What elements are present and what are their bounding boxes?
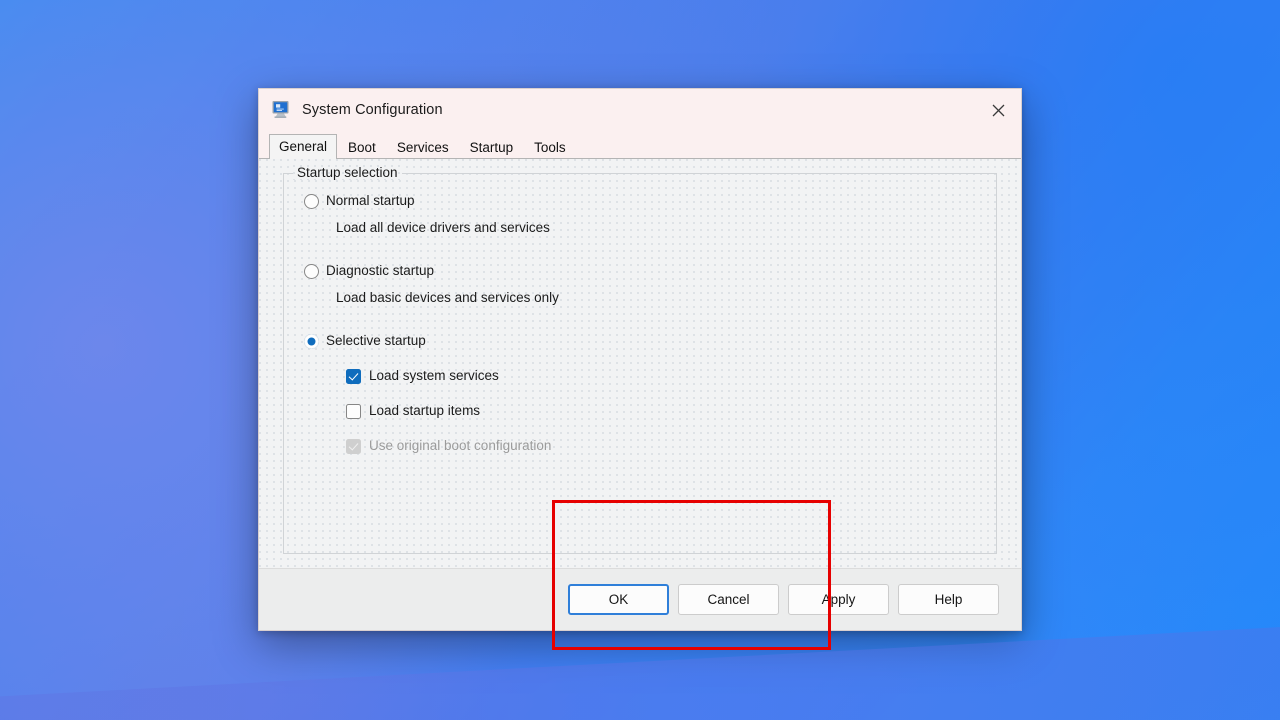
window-title: System Configuration bbox=[302, 102, 443, 118]
tab-strip: General Boot Services Startup Tools bbox=[259, 131, 1021, 159]
tab-boot-label: Boot bbox=[348, 140, 376, 155]
diagnostic-startup-description: Load basic devices and services only bbox=[336, 290, 559, 305]
checkbox-load-startup-items[interactable]: Load startup items bbox=[346, 400, 980, 422]
checkbox-use-original-boot-configuration-label: Use original boot configuration bbox=[369, 438, 552, 453]
apply-button[interactable]: Apply bbox=[788, 584, 889, 615]
startup-selection-legend: Startup selection bbox=[293, 165, 402, 180]
tab-general-label: General bbox=[279, 139, 328, 154]
radio-diagnostic-startup[interactable]: Diagnostic startup bbox=[304, 260, 980, 282]
radio-diagnostic-startup-indicator[interactable] bbox=[304, 263, 319, 279]
tab-boot[interactable]: Boot bbox=[338, 135, 386, 158]
tab-services-label: Services bbox=[396, 140, 449, 155]
checkbox-use-original-boot-configuration-indicator bbox=[346, 438, 361, 454]
radio-selective-startup-indicator[interactable] bbox=[304, 333, 319, 349]
tab-general[interactable]: General bbox=[269, 134, 338, 159]
tab-startup[interactable]: Startup bbox=[460, 135, 524, 158]
close-icon[interactable] bbox=[975, 89, 1021, 131]
normal-startup-description: Load all device drivers and services bbox=[336, 220, 550, 235]
radio-diagnostic-startup-label: Diagnostic startup bbox=[326, 263, 435, 278]
tab-tools[interactable]: Tools bbox=[524, 135, 576, 158]
startup-selection-group: Startup selection Normal startup Load al… bbox=[283, 165, 997, 554]
system-configuration-dialog: System Configuration General Boot Servic… bbox=[258, 88, 1022, 650]
desktop-background: System Configuration General Boot Servic… bbox=[0, 0, 1280, 720]
radio-normal-startup[interactable]: Normal startup bbox=[304, 190, 980, 212]
checkbox-load-system-services[interactable]: Load system services bbox=[346, 365, 980, 387]
ok-button[interactable]: OK bbox=[568, 584, 669, 615]
checkbox-load-system-services-label: Load system services bbox=[369, 368, 499, 383]
tab-startup-label: Startup bbox=[469, 140, 514, 155]
tab-services[interactable]: Services bbox=[387, 135, 459, 158]
radio-normal-startup-indicator[interactable] bbox=[304, 193, 319, 209]
system-configuration-icon bbox=[271, 100, 293, 120]
title-bar: System Configuration bbox=[259, 89, 1021, 131]
radio-selective-startup-label: Selective startup bbox=[326, 333, 426, 348]
checkbox-use-original-boot-configuration: Use original boot configuration bbox=[346, 435, 980, 457]
tab-tools-label: Tools bbox=[534, 140, 566, 155]
radio-selective-startup[interactable]: Selective startup bbox=[304, 330, 980, 352]
checkbox-load-system-services-indicator[interactable] bbox=[346, 368, 361, 384]
checkbox-load-startup-items-indicator[interactable] bbox=[346, 403, 361, 419]
help-button[interactable]: Help bbox=[898, 584, 999, 615]
checkbox-load-startup-items-label: Load startup items bbox=[369, 403, 481, 418]
radio-normal-startup-label: Normal startup bbox=[326, 193, 415, 208]
dialog-footer: OK Cancel Apply Help bbox=[259, 568, 1021, 630]
cancel-button[interactable]: Cancel bbox=[678, 584, 779, 615]
general-tab-panel: Startup selection Normal startup Load al… bbox=[259, 158, 1021, 650]
